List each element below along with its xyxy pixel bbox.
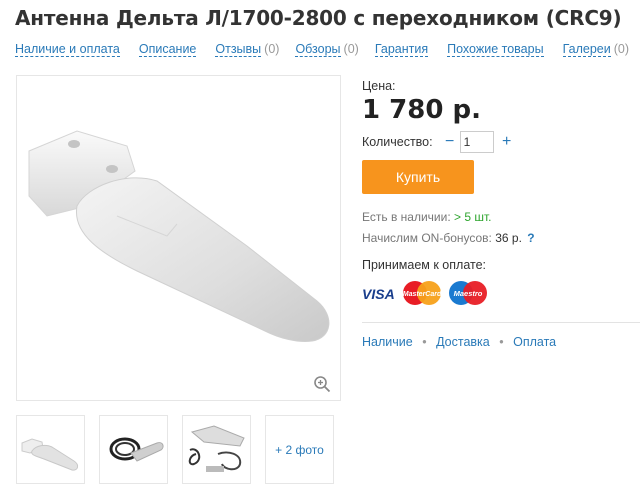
tab-description[interactable]: Описание xyxy=(138,42,200,57)
antenna-image xyxy=(28,130,330,342)
quantity-row: Количество: − + xyxy=(362,131,515,153)
product-tabs: Наличие и оплата Описание Отзывы (0) Обзо… xyxy=(15,42,640,57)
price-value: 1 780 р. xyxy=(362,95,481,125)
delivery-link[interactable]: Доставка xyxy=(436,335,490,349)
stock-value: > 5 шт. xyxy=(454,210,492,224)
tab-label[interactable]: Описание xyxy=(138,42,197,57)
maestro-logo-text: Maestro xyxy=(454,289,483,298)
payment-methods-label: Принимаем к оплате: xyxy=(362,258,487,272)
thumbnail-2[interactable] xyxy=(99,415,168,484)
stock-label: Есть в наличии: xyxy=(362,210,451,224)
tab-count: (0) xyxy=(343,42,359,56)
tab-label[interactable]: Обзоры xyxy=(295,42,341,57)
bonus-value: 36 р. xyxy=(495,231,522,245)
bonus-help-link[interactable]: ? xyxy=(527,231,534,245)
quantity-label: Количество: xyxy=(362,135,433,149)
tab-label[interactable]: Галереи xyxy=(562,42,611,57)
maestro-logo-icon: Maestro xyxy=(449,281,487,305)
page-title: Антенна Дельта Л/1700-2800 с переходнико… xyxy=(15,6,622,31)
price-label: Цена: xyxy=(362,79,396,93)
visa-logo-text: VISA xyxy=(362,286,395,302)
divider xyxy=(362,322,640,323)
separator: • xyxy=(422,335,427,349)
tab-availability-payment[interactable]: Наличие и оплата xyxy=(15,42,123,57)
tab-warranty[interactable]: Гарантия xyxy=(374,42,431,57)
tab-reviews[interactable]: Отзывы (0) xyxy=(215,42,280,57)
stock-status: Есть в наличии: > 5 шт. xyxy=(362,210,492,224)
tab-label[interactable]: Отзывы xyxy=(215,42,262,57)
zoom-icon[interactable] xyxy=(313,375,331,393)
tab-similar-products[interactable]: Похожие товары xyxy=(447,42,546,57)
product-title: Антенна Дельта Л/1700-2800 с переходнико… xyxy=(15,6,622,30)
tab-count: (0) xyxy=(264,42,280,56)
thumbnail-1[interactable] xyxy=(16,415,85,484)
main-product-photo[interactable] xyxy=(16,75,341,401)
more-photos-button[interactable]: + 2 фото xyxy=(265,415,334,484)
tab-count: (0) xyxy=(613,42,629,56)
info-links: Наличие • Доставка • Оплата xyxy=(362,335,556,349)
antenna-cable-thumbnail-image xyxy=(109,437,164,462)
thumbnail-strip: + 2 фото xyxy=(16,415,348,484)
thumbnail-3[interactable] xyxy=(182,415,251,484)
tab-overviews[interactable]: Обзоры (0) xyxy=(295,42,359,57)
buy-button[interactable]: Купить xyxy=(362,160,474,194)
tab-label[interactable]: Гарантия xyxy=(374,42,429,57)
bonus-label: Начислим ON-бонусов: xyxy=(362,231,492,245)
tab-label[interactable]: Похожие товары xyxy=(447,42,544,57)
antenna-thumbnail-image xyxy=(21,437,78,471)
payment-logos: VISA MasterCard Maestro xyxy=(362,280,490,306)
quantity-decrease-button[interactable]: − xyxy=(442,133,458,151)
mastercard-logo-text: MasterCard xyxy=(403,291,442,298)
mastercard-logo-icon: MasterCard xyxy=(403,281,442,305)
availability-link[interactable]: Наличие xyxy=(362,335,413,349)
quantity-increase-button[interactable]: + xyxy=(499,133,515,151)
antenna-kit-thumbnail-image xyxy=(188,424,245,472)
tab-label[interactable]: Наличие и оплата xyxy=(15,42,120,57)
visa-logo-icon: VISA xyxy=(362,286,395,302)
payment-link[interactable]: Оплата xyxy=(513,335,556,349)
separator: • xyxy=(499,335,504,349)
tab-galleries[interactable]: Галереи (0) xyxy=(562,42,629,57)
quantity-input[interactable] xyxy=(459,131,494,153)
bonus-info: Начислим ON-бонусов: 36 р. ? xyxy=(362,231,535,245)
